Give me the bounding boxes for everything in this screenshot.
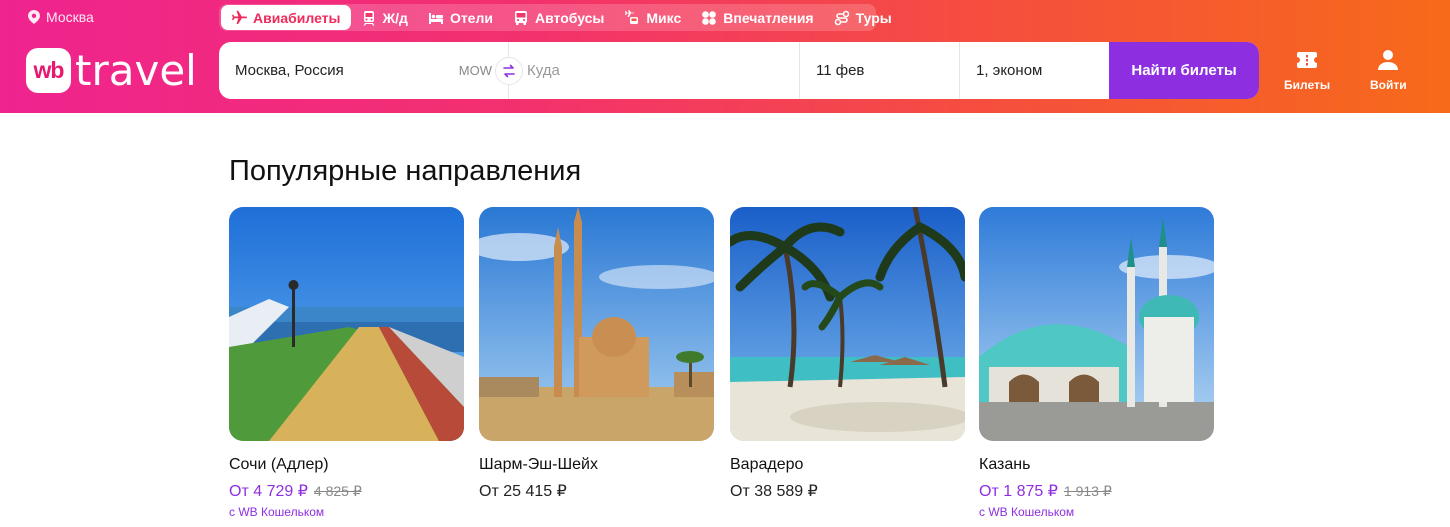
- flower-icon: [702, 10, 717, 25]
- find-tickets-button[interactable]: Найти билеты: [1109, 42, 1259, 99]
- destination-card-sharm[interactable]: Шарм-Эш-Шейх От 25 415 ₽: [479, 207, 714, 501]
- tab-flights[interactable]: Авиабилеты: [221, 5, 351, 30]
- logo[interactable]: wb travel: [26, 48, 197, 93]
- tab-trains[interactable]: Ж/д: [351, 5, 418, 30]
- section-title: Популярные направления: [229, 155, 582, 187]
- passengers-field[interactable]: 1, эконом: [960, 42, 1109, 99]
- tab-tours[interactable]: Туры: [824, 5, 902, 30]
- login-label: Войти: [1370, 78, 1407, 92]
- plane-icon: [232, 10, 247, 24]
- date-value: 11 фев: [816, 62, 865, 79]
- bed-icon: [428, 12, 443, 24]
- passengers-value: 1, эконом: [976, 62, 1043, 79]
- price-row: От 38 589 ₽: [730, 481, 965, 501]
- destination-image: [730, 207, 965, 441]
- route-icon: [834, 10, 849, 25]
- destination-image: [979, 207, 1214, 441]
- ticket-icon: [1297, 52, 1318, 68]
- old-price: 4 825 ₽: [313, 483, 362, 499]
- price-row: От 1 875 ₽ 1 913 ₽: [979, 481, 1214, 501]
- destination-card-kazan[interactable]: Казань От 1 875 ₽ 1 913 ₽ с WB Кошельком: [979, 207, 1214, 519]
- destination-placeholder: Куда: [527, 62, 560, 79]
- train-icon: [363, 10, 374, 25]
- origin-field[interactable]: Москва, Россия MOW: [219, 42, 509, 99]
- logo-mark: wb: [26, 48, 71, 93]
- destination-field[interactable]: Куда: [509, 42, 800, 99]
- price: От 1 875 ₽: [979, 483, 1058, 500]
- price-row: От 25 415 ₽: [479, 481, 714, 501]
- header: Москва Авиабилеты Ж/д Отели Автобусы Мик…: [0, 0, 1450, 113]
- tab-buses[interactable]: Автобусы: [503, 5, 614, 30]
- swap-arrows-icon: [503, 64, 515, 78]
- origin-code: MOW: [458, 63, 492, 78]
- bus-icon: [514, 10, 527, 25]
- destination-image: [479, 207, 714, 441]
- destination-name: Сочи (Адлер): [229, 456, 329, 473]
- tickets-label: Билеты: [1284, 78, 1331, 92]
- tab-hotels[interactable]: Отели: [418, 5, 503, 30]
- user-icon: [1378, 50, 1399, 70]
- wallet-note: с WB Кошельком: [979, 505, 1075, 519]
- tab-mix[interactable]: Микс: [614, 5, 691, 30]
- price: От 4 729 ₽: [229, 483, 308, 500]
- mix-icon: [625, 9, 639, 24]
- category-tabs: Авиабилеты Ж/д Отели Автобусы Микс Впеча…: [219, 4, 892, 31]
- login-button[interactable]: Войти: [1370, 48, 1407, 92]
- destination-image: [229, 207, 464, 441]
- tab-experiences[interactable]: Впечатления: [691, 5, 823, 30]
- destination-card-sochi[interactable]: Сочи (Адлер) От 4 729 ₽ 4 825 ₽ с WB Кош…: [229, 207, 464, 519]
- destination-card-varadero[interactable]: Варадеро От 38 589 ₽: [730, 207, 965, 501]
- price: От 38 589 ₽: [730, 483, 818, 500]
- date-field[interactable]: 11 фев: [800, 42, 960, 99]
- old-price: 1 913 ₽: [1063, 483, 1112, 499]
- price-row: От 4 729 ₽ 4 825 ₽: [229, 481, 464, 501]
- destination-name: Казань: [979, 456, 1031, 473]
- logo-text: travel: [75, 46, 197, 95]
- price: От 25 415 ₽: [479, 483, 567, 500]
- swap-button[interactable]: [495, 57, 523, 85]
- search-form: Москва, Россия MOW Куда 11 фев 1, эконом…: [219, 42, 1259, 99]
- wallet-note: с WB Кошельком: [229, 505, 325, 519]
- origin-value: Москва, Россия: [235, 62, 344, 79]
- destination-name: Шарм-Эш-Шейх: [479, 456, 598, 473]
- location-pin-icon: [28, 10, 40, 24]
- location-label: Москва: [46, 9, 94, 25]
- tickets-button[interactable]: Билеты: [1284, 48, 1330, 92]
- location-selector[interactable]: Москва: [28, 9, 94, 25]
- destination-name: Варадеро: [730, 456, 804, 473]
